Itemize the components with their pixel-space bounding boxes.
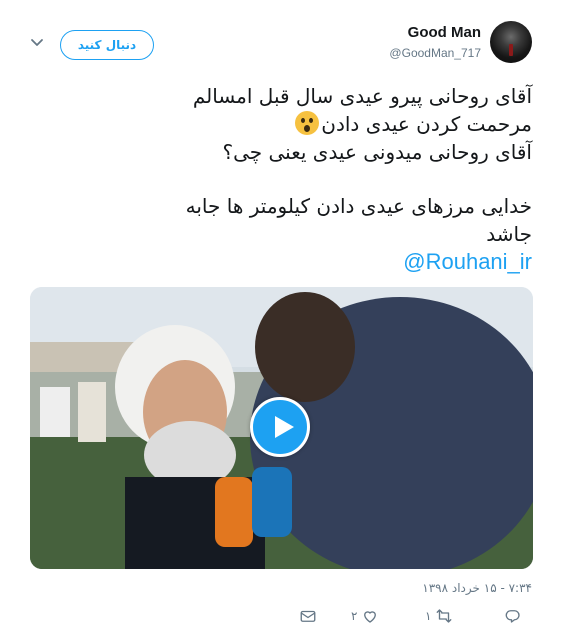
retweet-icon xyxy=(437,609,452,623)
tweet-line: خدایی مرزهای عیدی دادن کیلومتر ها جابه xyxy=(185,194,532,218)
user-handle[interactable]: @GoodMan_717 xyxy=(389,46,481,60)
tweet-line: آقای روحانی میدونی عیدی یعنی چی؟ xyxy=(222,140,533,164)
envelope-icon xyxy=(300,610,316,622)
astonished-face-icon xyxy=(295,111,320,135)
like-count: ۲ xyxy=(351,609,358,623)
follow-button[interactable]: دنبال کنید xyxy=(60,30,154,60)
avatar[interactable] xyxy=(490,21,532,63)
reply-button[interactable] xyxy=(504,606,522,626)
tweet-actions: ۱ ۲ xyxy=(0,604,563,630)
heart-icon xyxy=(364,611,377,623)
chevron-down-icon[interactable] xyxy=(30,38,44,48)
like-button[interactable]: ۲ xyxy=(351,606,379,626)
display-name[interactable]: Good Man xyxy=(408,24,481,41)
play-icon[interactable] xyxy=(250,397,310,457)
tweet-line-with-emoji: مرحمت کردن عیدی دادن xyxy=(32,110,532,138)
tweet-line: مرحمت کردن عیدی دادن xyxy=(321,112,532,136)
reply-icon xyxy=(505,610,520,623)
tweet-timestamp[interactable]: ۷:۳۴ - ۱۵ خرداد ۱۳۹۸ xyxy=(422,581,532,595)
tweet-line: آقای روحانی پیرو عیدی سال قبل امسالم xyxy=(192,84,532,108)
tweet-header: Good Man @GoodMan_717 دنبال کنید xyxy=(0,0,563,80)
retweet-button[interactable]: ۱ xyxy=(425,606,453,626)
retweet-count: ۱ xyxy=(425,609,432,623)
tweet-text: آقای روحانی پیرو عیدی سال قبل امسالم مرح… xyxy=(32,82,532,276)
tweet-line: جاشد xyxy=(486,222,532,246)
direct-message-button[interactable] xyxy=(299,606,317,626)
mention-link[interactable]: @Rouhani_ir xyxy=(32,248,532,276)
